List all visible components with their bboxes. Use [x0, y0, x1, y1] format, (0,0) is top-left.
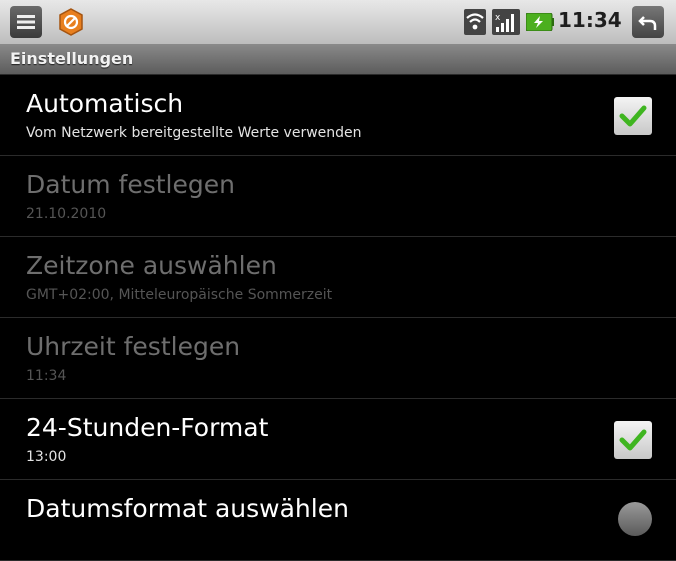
status-bar: x 11:34: [0, 0, 676, 44]
setting-title: Zeitzone auswählen: [26, 251, 277, 280]
automatic-checkbox[interactable]: [614, 97, 652, 135]
wifi-icon: [464, 9, 486, 39]
setting-summary: Vom Netzwerk bereitgestellte Werte verwe…: [26, 125, 362, 141]
title-bar: Einstellungen: [0, 44, 676, 75]
setting-summary: 13:00: [26, 449, 67, 465]
setting-title: Datum festlegen: [26, 170, 235, 199]
menu-icon[interactable]: [10, 6, 42, 38]
signal-icon: x: [492, 9, 520, 39]
setting-24-hour-format[interactable]: 24-Stunden-Format 13:00: [0, 399, 676, 480]
setting-set-time[interactable]: Uhrzeit festlegen 11:34: [0, 318, 676, 399]
setting-summary: GMT+02:00, Mitteleuropäische Sommerzeit: [26, 287, 333, 303]
setting-automatic[interactable]: Automatisch Vom Netzwerk bereitgestellte…: [0, 75, 676, 156]
setting-summary: 11:34: [26, 368, 67, 384]
setting-title: 24-Stunden-Format: [26, 413, 269, 442]
page-title: Einstellungen: [10, 49, 134, 68]
status-time: 11:34: [558, 8, 622, 32]
setting-title: Uhrzeit festlegen: [26, 332, 241, 361]
back-icon[interactable]: [632, 6, 664, 38]
battery-icon: [525, 12, 554, 35]
date-format-radio[interactable]: [618, 502, 652, 536]
app-icon[interactable]: [55, 6, 87, 38]
settings-list: Automatisch Vom Netzwerk bereitgestellte…: [0, 75, 676, 561]
svg-text:x: x: [495, 13, 501, 23]
setting-timezone[interactable]: Zeitzone auswählen GMT+02:00, Mitteleuro…: [0, 237, 676, 318]
24-hour-checkbox[interactable]: [614, 421, 652, 459]
setting-summary: 21.10.2010: [26, 206, 107, 222]
setting-title: Automatisch: [26, 89, 184, 118]
setting-set-date[interactable]: Datum festlegen 21.10.2010: [0, 156, 676, 237]
setting-title: Datumsformat auswählen: [26, 494, 349, 523]
setting-date-format[interactable]: Datumsformat auswählen: [0, 480, 676, 561]
